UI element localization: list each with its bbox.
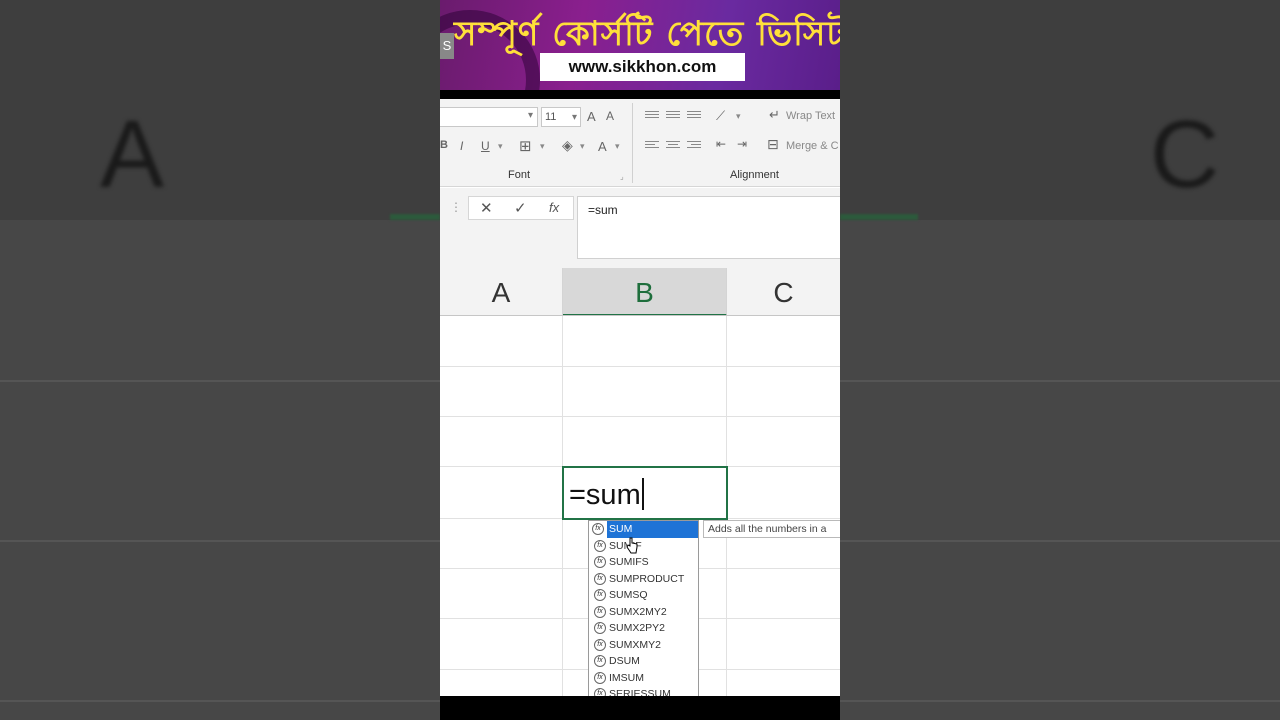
column-header-a[interactable]: A	[440, 268, 563, 316]
chevron-down-icon: ▾	[527, 110, 533, 121]
wrap-text-icon[interactable]: ↵	[769, 107, 780, 123]
function-icon: fx	[594, 671, 606, 684]
active-cell[interactable]: =sum	[562, 466, 728, 520]
autocomplete-item[interactable]: fx SUMPRODUCT	[589, 571, 698, 588]
grow-font-button[interactable]: A	[587, 109, 596, 124]
autocomplete-item[interactable]: fx SUMXMY2	[589, 637, 698, 654]
divider-bar	[440, 90, 840, 99]
align-center-icon[interactable]	[666, 141, 680, 151]
formula-buttons: ✕ ✓ fx	[468, 196, 574, 220]
autocomplete-item[interactable]: fx SUMIF	[589, 538, 698, 555]
autocomplete-item[interactable]: fx SUMX2PY2	[589, 620, 698, 637]
background-gridline	[840, 380, 1280, 382]
group-separator	[632, 103, 633, 183]
align-right-icon[interactable]	[687, 141, 701, 151]
cancel-icon[interactable]: ✕	[480, 199, 493, 217]
font-group-label: Font	[508, 169, 531, 181]
background-column-letter: C	[1150, 101, 1220, 208]
underline-button[interactable]: U	[481, 139, 490, 153]
formula-bar: ⋮ ✕ ✓ fx =sum	[440, 188, 840, 268]
borders-icon[interactable]: ⊞	[519, 137, 532, 155]
autocomplete-item[interactable]: fx SUMX2MY2	[589, 604, 698, 621]
enter-icon[interactable]: ✓	[514, 199, 527, 217]
background-header-band	[0, 0, 440, 220]
function-autocomplete-list[interactable]: fx SUM fx SUMIF fx SUMIFS fx SUMPRODUCT fx SU…	[588, 520, 699, 698]
align-top-icon[interactable]	[645, 111, 659, 121]
alignment-group-label: Alignment	[730, 169, 779, 181]
font-size-value: 11	[545, 111, 557, 123]
chevron-down-icon: ▾	[571, 112, 577, 123]
background-gridline	[0, 540, 440, 542]
decrease-indent-icon[interactable]: ⇤	[716, 137, 726, 151]
font-size-select[interactable]: 11 ▾	[541, 107, 581, 127]
function-icon: fx	[594, 556, 606, 568]
align-bottom-icon[interactable]	[687, 111, 701, 121]
function-icon: fx	[594, 572, 606, 585]
chevron-down-icon[interactable]: ▾	[580, 141, 585, 152]
background-gridline	[0, 700, 440, 702]
autocomplete-item[interactable]: fx DSUM	[589, 653, 698, 670]
text-caret	[641, 478, 644, 510]
shrink-font-button[interactable]: A	[606, 109, 614, 123]
background-gridline	[0, 380, 440, 382]
font-color-button[interactable]: A	[598, 139, 607, 154]
function-icon: fx	[594, 605, 606, 618]
background-gridline	[840, 700, 1280, 702]
merge-icon[interactable]: ⊟	[767, 136, 779, 153]
hand-cursor-icon	[626, 537, 638, 554]
background-selection-line	[390, 214, 440, 220]
background-gridline	[840, 540, 1280, 542]
autocomplete-item[interactable]: fx SUM	[592, 521, 698, 538]
align-middle-icon[interactable]	[666, 111, 680, 121]
banner-url[interactable]: www.sikkhon.com	[540, 53, 745, 81]
column-header-c[interactable]: C	[727, 268, 840, 316]
chevron-down-icon[interactable]: ▾	[615, 141, 620, 152]
wrap-text-label[interactable]: Wrap Text	[786, 110, 835, 122]
fill-color-icon[interactable]: ◈	[562, 137, 573, 154]
ribbon: ▾ 11 ▾ A A B I U ▾ ⊞ ▾ ◈ ▾ A ▾ Font ⌟ ⟋ ▾…	[440, 99, 840, 187]
active-cell-text: =sum	[569, 479, 641, 511]
align-left-icon[interactable]	[645, 141, 659, 151]
function-icon: fx	[594, 638, 606, 651]
drag-handle-icon[interactable]: ⋮	[450, 200, 462, 214]
function-tooltip: Adds all the numbers in a	[703, 520, 840, 538]
bottom-bar	[440, 696, 840, 720]
dialog-launcher-icon[interactable]: ⌟	[620, 172, 624, 181]
autocomplete-item[interactable]: fx IMSUM	[589, 670, 698, 687]
function-icon: fx	[594, 539, 606, 552]
function-icon: fx	[594, 655, 606, 667]
chevron-down-icon[interactable]: ▾	[498, 141, 503, 152]
side-tab: S	[440, 33, 454, 59]
video-frame: সম্পূর্ণ কোর্সটি পেতে ভিসিট www.sikkhon.…	[440, 0, 840, 720]
background-right: C	[840, 0, 1280, 720]
formula-input[interactable]: =sum	[577, 196, 840, 259]
function-icon: fx	[594, 622, 606, 634]
chevron-down-icon[interactable]: ▾	[736, 111, 741, 122]
promo-banner: সম্পূর্ণ কোর্সটি পেতে ভিসিট www.sikkhon.…	[440, 0, 840, 90]
autocomplete-item[interactable]: fx SUMSQ	[589, 587, 698, 604]
merge-label[interactable]: Merge & C	[786, 140, 839, 152]
chevron-down-icon[interactable]: ▾	[540, 141, 545, 152]
orientation-icon[interactable]: ⟋	[716, 108, 725, 124]
italic-button[interactable]: I	[460, 139, 463, 153]
grid-line	[440, 366, 840, 367]
increase-indent-icon[interactable]: ⇥	[737, 137, 747, 151]
autocomplete-item[interactable]: fx SUMIFS	[589, 554, 698, 571]
background-column-letter: A	[100, 101, 165, 208]
insert-function-icon[interactable]: fx	[549, 200, 559, 215]
function-icon: fx	[594, 589, 606, 601]
background-left: A	[0, 0, 440, 720]
bold-button[interactable]: B	[440, 139, 448, 151]
column-header-b[interactable]: B	[563, 268, 727, 316]
background-selection-line	[840, 214, 918, 220]
font-name-select[interactable]: ▾	[440, 107, 538, 127]
grid-line	[440, 416, 840, 417]
function-icon: fx	[592, 523, 604, 535]
